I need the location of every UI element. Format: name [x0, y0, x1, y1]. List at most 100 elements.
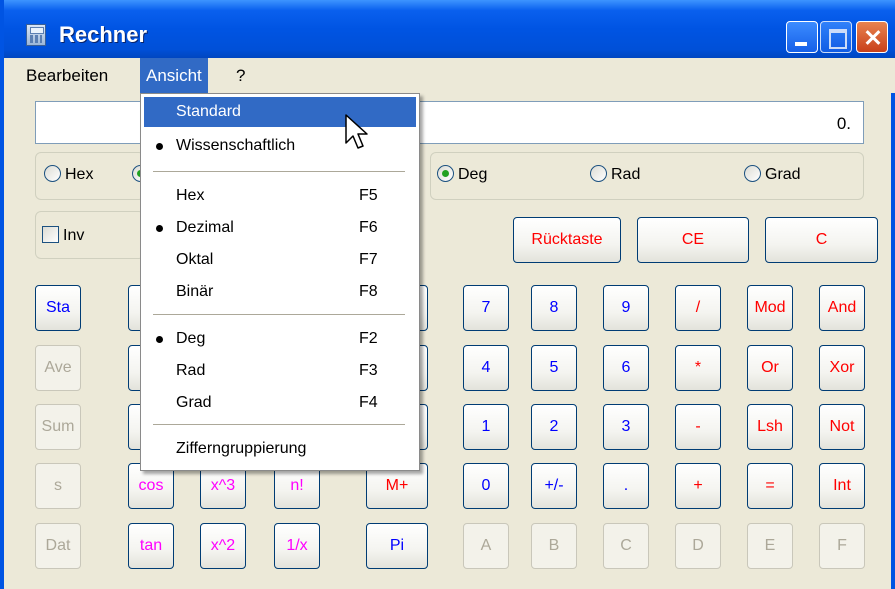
clear-entry-button[interactable]: CE: [637, 217, 749, 263]
keypad-button[interactable]: 8: [531, 285, 577, 331]
radio-deg-label: Deg: [458, 166, 488, 183]
keypad-button[interactable]: /: [675, 285, 721, 331]
calculator-window: Rechner Bearbeiten Ansicht ? 0. Hex Deg …: [0, 0, 895, 589]
menu-item-zifferngruppierung-label: Zifferngruppierung: [176, 440, 307, 457]
clear-button[interactable]: C: [765, 217, 878, 263]
keypad-button[interactable]: 7: [463, 285, 509, 331]
radio-rad-indicator[interactable]: [590, 165, 607, 182]
menu-item-rad-label: Rad: [176, 362, 206, 379]
menu-ansicht[interactable]: Ansicht: [140, 58, 208, 93]
menu-item-standard-label: Standard: [176, 103, 241, 120]
sta-button[interactable]: Sta: [35, 285, 81, 331]
menu-item-oktal-shortcut: F7: [359, 251, 378, 268]
sum-button[interactable]: Sum: [35, 404, 81, 450]
inv-checkbox-label: Inv: [63, 227, 85, 244]
mouse-pointer-icon: [345, 114, 368, 149]
keypad-button[interactable]: 9: [603, 285, 649, 331]
keypad-button[interactable]: Or: [747, 345, 793, 391]
keypad-button[interactable]: 0: [463, 463, 509, 509]
keypad-button[interactable]: F: [819, 523, 865, 569]
menu-item-hex-shortcut: F5: [359, 187, 378, 204]
keypad-button[interactable]: B: [531, 523, 577, 569]
radio-hex[interactable]: Hex: [44, 165, 93, 185]
close-button[interactable]: [856, 21, 888, 53]
menu-item-deg[interactable]: Deg F2: [144, 324, 416, 354]
keypad-button[interactable]: +: [675, 463, 721, 509]
radio-deg-indicator[interactable]: [437, 165, 454, 182]
menu-item-grad-label: Grad: [176, 394, 212, 411]
menu-item-grad[interactable]: Grad F4: [144, 388, 416, 418]
keypad-button[interactable]: +/-: [531, 463, 577, 509]
menu-item-oktal-label: Oktal: [176, 251, 214, 268]
radio-grad[interactable]: Grad: [744, 165, 801, 185]
menu-item-hex-label: Hex: [176, 187, 205, 204]
keypad-button[interactable]: 3: [603, 404, 649, 450]
bullet-icon: [156, 225, 163, 232]
window-title: Rechner: [59, 22, 148, 47]
menu-item-binaer-shortcut: F8: [359, 283, 378, 300]
menu-item-rad-shortcut: F3: [359, 362, 378, 379]
dat-button[interactable]: Dat: [35, 523, 81, 569]
menu-item-standard[interactable]: Standard: [144, 97, 416, 127]
radio-hex-label: Hex: [65, 166, 94, 183]
menu-item-dezimal-label: Dezimal: [176, 219, 234, 236]
menu-item-zifferngruppierung[interactable]: Zifferngruppierung: [144, 434, 416, 464]
keypad-button[interactable]: E: [747, 523, 793, 569]
keypad-button[interactable]: C: [603, 523, 649, 569]
keypad-button[interactable]: Int: [819, 463, 865, 509]
radio-rad-label: Rad: [611, 166, 641, 183]
radio-hex-indicator[interactable]: [44, 165, 61, 182]
menu-item-wissenschaftlich-label: Wissenschaftlich: [176, 137, 296, 154]
keypad-button[interactable]: Not: [819, 404, 865, 450]
menu-item-rad[interactable]: Rad F3: [144, 356, 416, 386]
menu-help[interactable]: ?: [230, 58, 251, 93]
radio-grad-label: Grad: [765, 166, 801, 183]
menu-item-wissenschaftlich[interactable]: Wissenschaftlich: [144, 131, 416, 161]
keypad-button[interactable]: -: [675, 404, 721, 450]
keypad-button[interactable]: Xor: [819, 345, 865, 391]
bullet-icon: [156, 143, 163, 150]
pi-button[interactable]: Pi: [366, 523, 428, 569]
radio-rad[interactable]: Rad: [590, 165, 640, 185]
keypad-button[interactable]: 6: [603, 345, 649, 391]
calculator-icon: [26, 24, 46, 46]
menu-item-binaer-label: Binär: [176, 283, 214, 300]
keypad-button[interactable]: *: [675, 345, 721, 391]
keypad-button[interactable]: And: [819, 285, 865, 331]
inv-checkbox-box[interactable]: [42, 226, 59, 243]
s-button[interactable]: s: [35, 463, 81, 509]
ave-button[interactable]: Ave: [35, 345, 81, 391]
ansicht-dropdown-menu: Standard Wissenschaftlich Hex F5 Dezimal F…: [140, 93, 420, 471]
keypad-button[interactable]: Lsh: [747, 404, 793, 450]
maximize-button[interactable]: [820, 21, 852, 53]
minimize-button[interactable]: [786, 21, 818, 53]
keypad-button[interactable]: Mod: [747, 285, 793, 331]
keypad-button[interactable]: =: [747, 463, 793, 509]
keypad-button[interactable]: 1: [463, 404, 509, 450]
menu-separator: [153, 424, 405, 425]
keypad-button[interactable]: 4: [463, 345, 509, 391]
menu-item-dezimal[interactable]: Dezimal F6: [144, 213, 416, 243]
tan-button[interactable]: tan: [128, 523, 174, 569]
radio-deg[interactable]: Deg: [437, 165, 487, 185]
keypad-button[interactable]: D: [675, 523, 721, 569]
bullet-icon: [156, 336, 163, 343]
inv-checkbox[interactable]: Inv: [42, 226, 84, 246]
keypad-button[interactable]: 5: [531, 345, 577, 391]
keypad-button[interactable]: A: [463, 523, 509, 569]
menu-item-grad-shortcut: F4: [359, 394, 378, 411]
backspace-button[interactable]: Rücktaste: [513, 217, 621, 263]
menu-bar: Bearbeiten Ansicht ?: [4, 58, 895, 93]
menu-bearbeiten[interactable]: Bearbeiten: [20, 58, 114, 93]
reciprocal-button[interactable]: 1/x: [274, 523, 320, 569]
menu-item-deg-label: Deg: [176, 330, 206, 347]
keypad-button[interactable]: .: [603, 463, 649, 509]
menu-item-dezimal-shortcut: F6: [359, 219, 378, 236]
keypad-button[interactable]: 2: [531, 404, 577, 450]
menu-item-binaer[interactable]: Binär F8: [144, 277, 416, 307]
menu-item-hex[interactable]: Hex F5: [144, 181, 416, 211]
menu-item-oktal[interactable]: Oktal F7: [144, 245, 416, 275]
title-bar[interactable]: Rechner: [4, 0, 895, 58]
radio-grad-indicator[interactable]: [744, 165, 761, 182]
x-squared-button[interactable]: x^2: [200, 523, 246, 569]
